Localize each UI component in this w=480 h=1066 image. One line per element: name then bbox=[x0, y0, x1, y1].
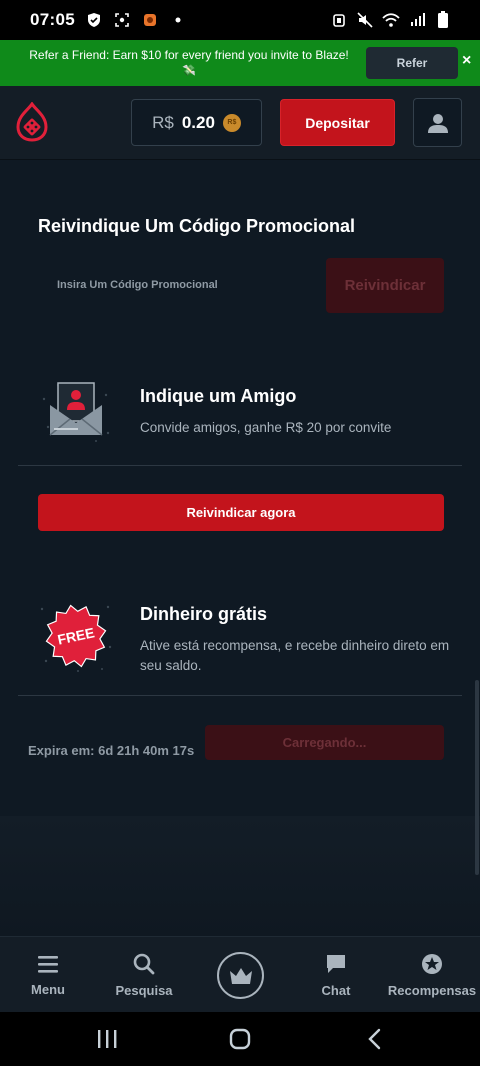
nav-search-label: Pesquisa bbox=[115, 982, 173, 998]
promo-claim-button[interactable]: Reivindicar bbox=[326, 258, 444, 313]
refer-card-title: Indique um Amigo bbox=[140, 386, 297, 406]
signal-icon bbox=[408, 11, 426, 29]
free-money-title: Dinheiro grátis bbox=[140, 604, 268, 624]
bottom-nav: Menu Pesquisa Chat Recompensas bbox=[0, 936, 480, 1012]
referral-banner: Refer a Friend: Earn $10 for every frien… bbox=[0, 40, 480, 86]
coin-icon: R$ bbox=[222, 113, 241, 132]
system-nav-bar bbox=[0, 1012, 480, 1066]
balance-display[interactable]: R$ 0.20 R$ bbox=[131, 99, 262, 146]
divider bbox=[18, 695, 462, 696]
nav-menu-label: Menu bbox=[31, 981, 65, 997]
status-bar: 07:05 bbox=[0, 0, 480, 40]
screenshot-icon bbox=[113, 11, 131, 29]
refer-button[interactable]: Refer bbox=[366, 47, 458, 79]
money-emoji-icon: 💸 bbox=[182, 65, 196, 77]
balance-amount: 0.20 bbox=[181, 112, 215, 132]
nav-home[interactable] bbox=[217, 952, 264, 999]
free-badge-icon: FREE bbox=[38, 599, 114, 675]
nav-menu[interactable]: Menu bbox=[18, 937, 78, 1013]
nav-rewards-label: Recompensas bbox=[387, 982, 477, 998]
referral-banner-text-wrap: Refer a Friend: Earn $10 for every frien… bbox=[0, 47, 360, 79]
claim-now-button[interactable]: Reivindicar agora bbox=[38, 494, 444, 531]
crown-icon bbox=[229, 967, 252, 984]
promo-code-title: Reivindique Um Código Promocional bbox=[38, 216, 356, 236]
status-time: 07:05 bbox=[30, 10, 75, 29]
status-left: 07:05 bbox=[30, 10, 187, 30]
nav-rewards[interactable]: Recompensas bbox=[388, 937, 476, 1013]
deposit-button[interactable]: Depositar bbox=[280, 99, 395, 146]
free-money-subtitle: Ative está recompensa, e recebe dinheiro… bbox=[140, 638, 450, 673]
scrollbar[interactable] bbox=[475, 680, 479, 875]
balance-currency: R$ bbox=[152, 112, 174, 132]
shield-check-icon bbox=[85, 11, 103, 29]
refer-card-subtitle: Convide amigos, ganhe R$ 20 por convite bbox=[140, 420, 392, 435]
rewards-content: Reivindique Um Código Promocional Reivin… bbox=[0, 161, 480, 816]
nav-chat-label: Chat bbox=[321, 982, 351, 998]
alarm-icon bbox=[330, 11, 348, 29]
back-icon[interactable] bbox=[367, 1028, 383, 1050]
expires-countdown: Expira em: 6d 21h 40m 17s bbox=[28, 743, 195, 758]
recent-apps-icon[interactable] bbox=[96, 1029, 118, 1049]
referral-banner-text: Refer a Friend: Earn $10 for every frien… bbox=[29, 48, 349, 62]
chat-icon bbox=[327, 954, 345, 973]
app-header: R$ 0.20 R$ Depositar bbox=[0, 86, 480, 160]
notification-dot-icon bbox=[169, 11, 187, 29]
home-icon[interactable] bbox=[229, 1028, 251, 1050]
promo-code-input[interactable] bbox=[38, 258, 314, 312]
mute-icon bbox=[356, 11, 374, 29]
nav-search[interactable]: Pesquisa bbox=[109, 937, 179, 1013]
blaze-logo-icon[interactable] bbox=[16, 101, 48, 142]
user-icon bbox=[427, 113, 448, 133]
close-icon[interactable]: × bbox=[462, 52, 471, 70]
wifi-icon bbox=[382, 11, 400, 29]
status-right bbox=[330, 11, 452, 29]
search-icon bbox=[133, 953, 155, 974]
user-account-button[interactable] bbox=[413, 98, 462, 147]
star-badge-icon bbox=[422, 953, 442, 974]
free-money-claim-button[interactable]: Carregando... bbox=[205, 725, 444, 760]
content-footer-area bbox=[0, 816, 480, 936]
nav-chat[interactable]: Chat bbox=[311, 937, 361, 1013]
battery-icon bbox=[434, 11, 452, 29]
menu-icon bbox=[38, 955, 58, 973]
divider bbox=[18, 465, 462, 466]
envelope-user-icon bbox=[38, 377, 114, 453]
app-notification-icon bbox=[141, 11, 159, 29]
